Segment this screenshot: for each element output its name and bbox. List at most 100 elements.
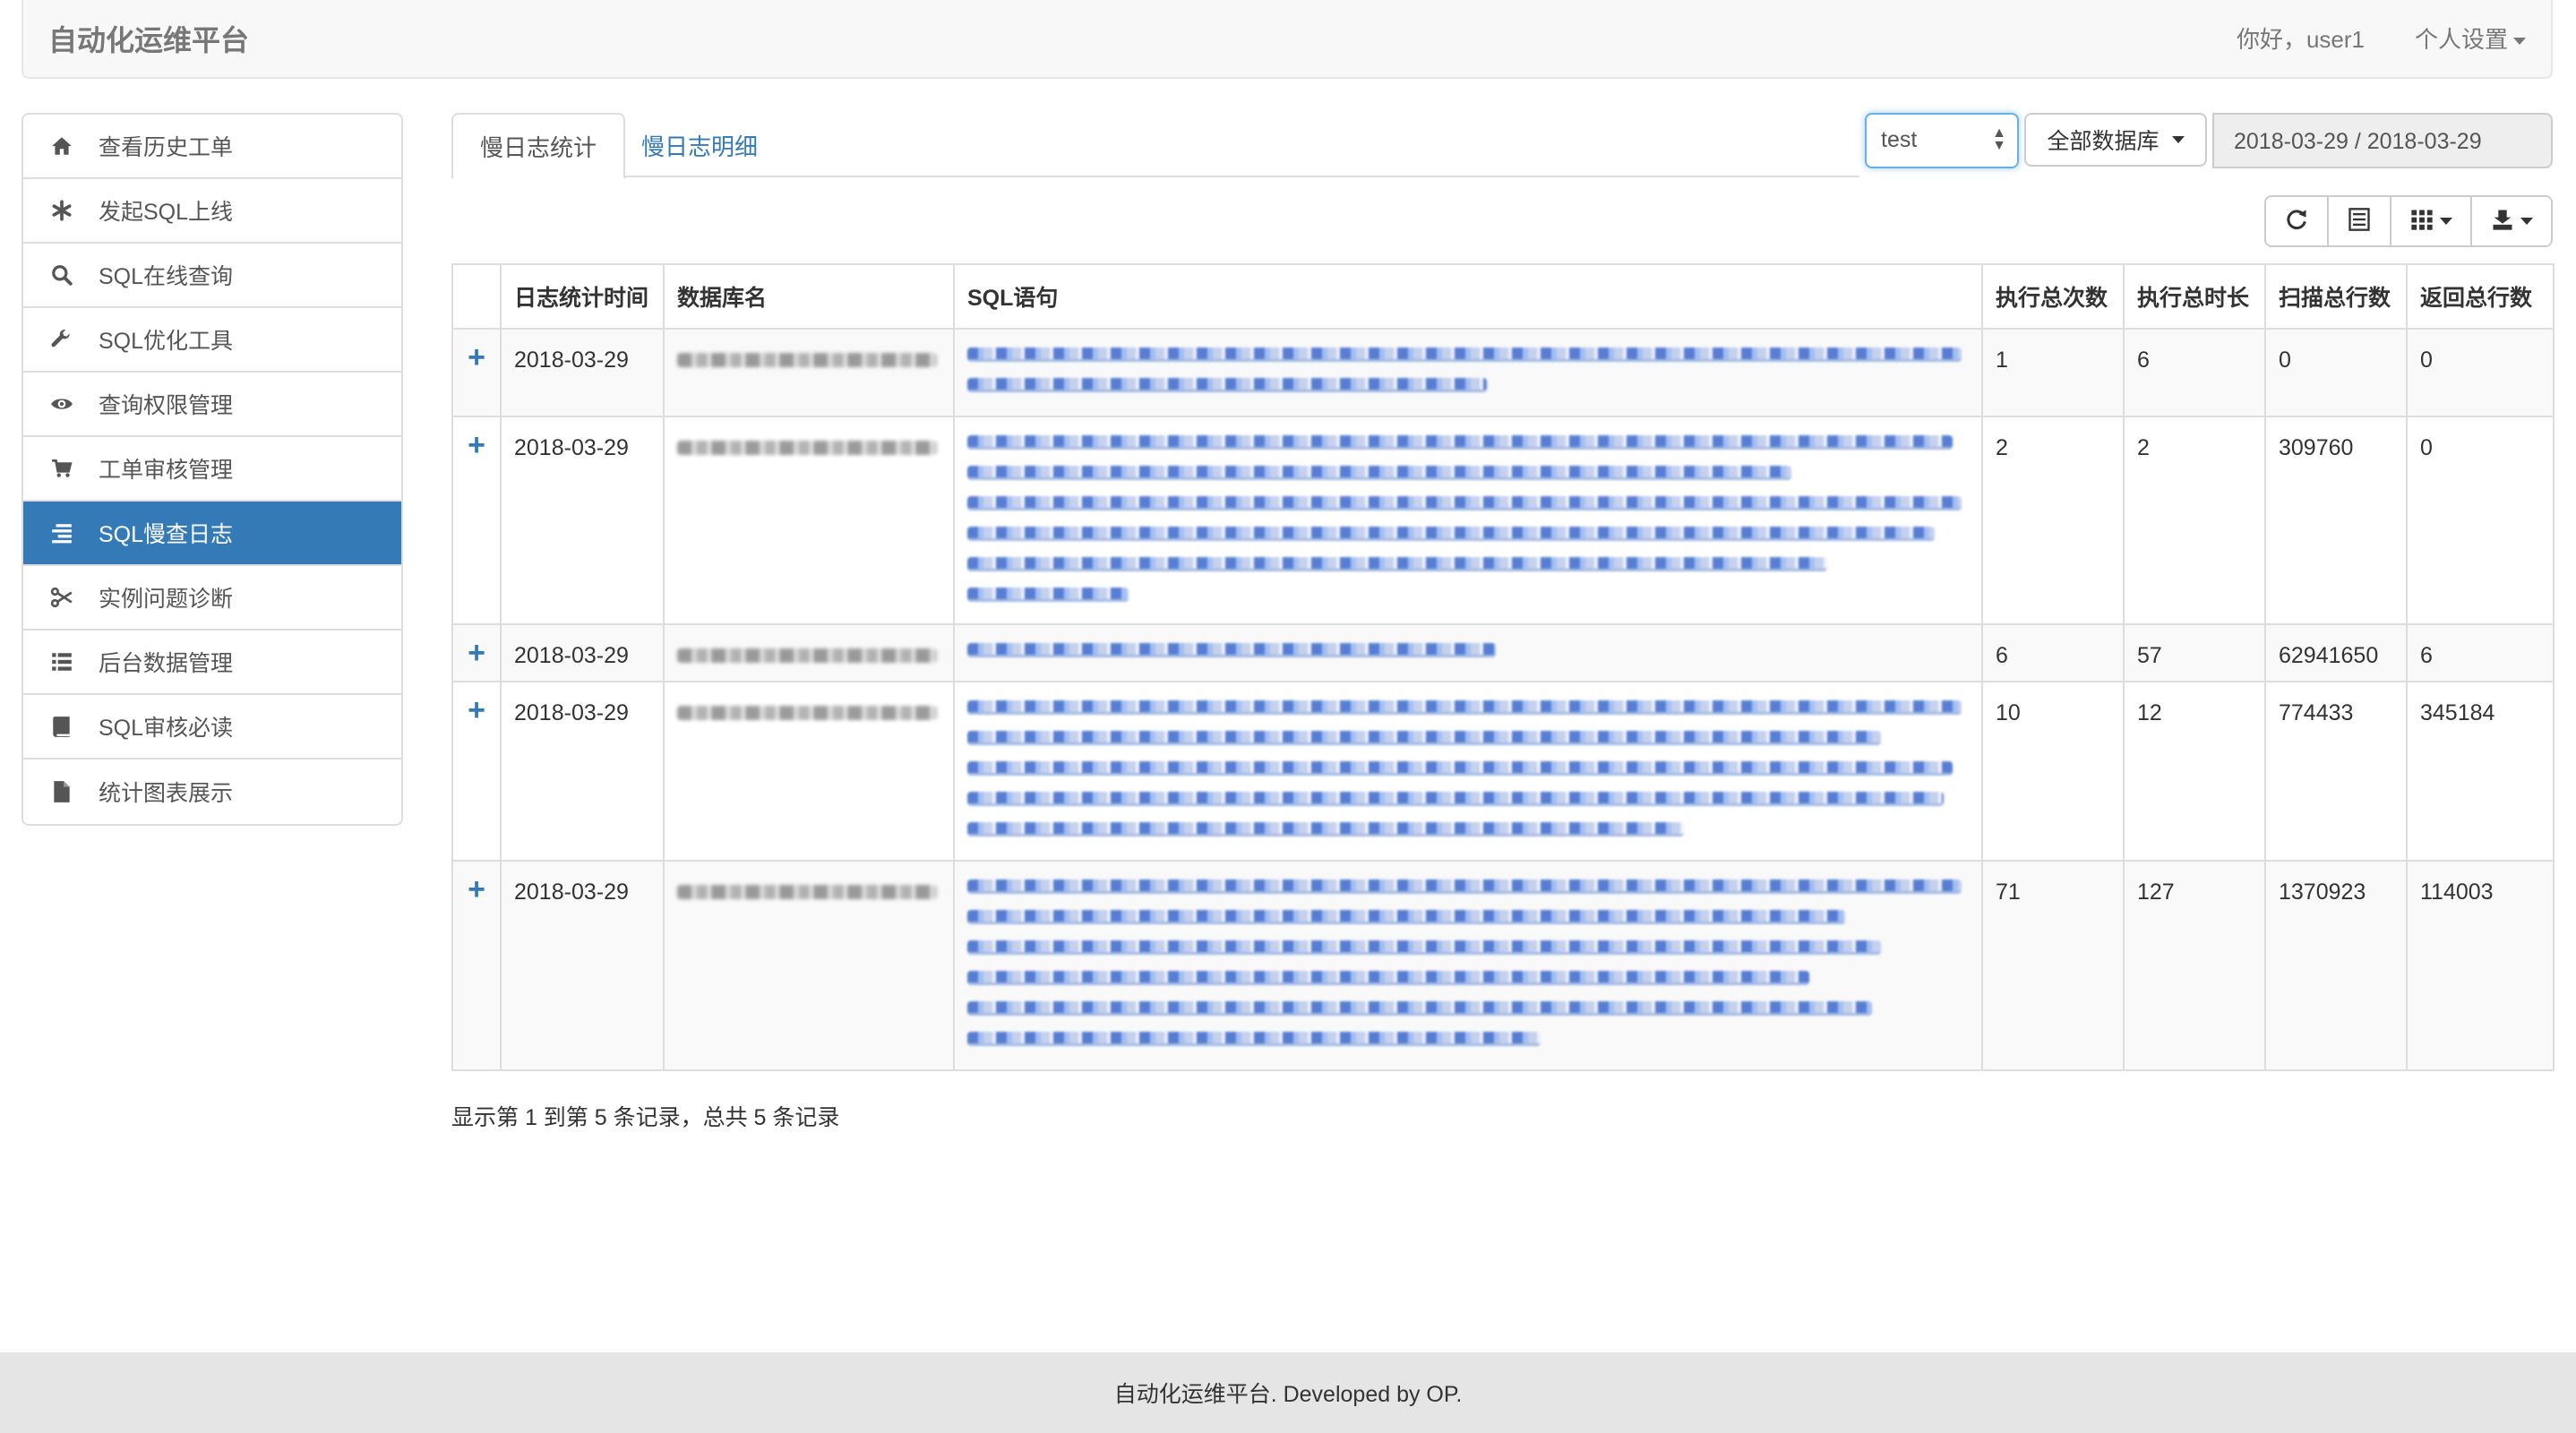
sidebar-item-charts[interactable]: 统计图表展示	[23, 759, 401, 824]
sidebar-item-audit-guide[interactable]: SQL审核必读	[23, 695, 401, 759]
cell-exec-duration: 127	[2123, 860, 2266, 1071]
columns-button[interactable]	[2390, 195, 2472, 247]
table-row: + 2018-03-29 1 6 0 0	[451, 328, 2555, 417]
cell-returned-rows: 6	[2406, 623, 2555, 682]
expand-row-button[interactable]: +	[451, 416, 502, 625]
toggle-view-button[interactable]	[2327, 195, 2391, 247]
page-footer: 自动化运维平台. Developed by OP.	[0, 1352, 2576, 1433]
header-exec-count[interactable]: 执行总次数	[1981, 263, 2125, 330]
header-exec-duration[interactable]: 执行总时长	[2123, 263, 2266, 330]
cell-exec-duration: 6	[2123, 328, 2266, 417]
sidebar-item-label: SQL在线查询	[99, 264, 234, 289]
cell-exec-count: 2	[1981, 416, 2125, 625]
header-returned-rows[interactable]: 返回总行数	[2406, 263, 2555, 330]
instance-select[interactable]: test ▲ ▼	[1865, 113, 2019, 168]
cell-exec-duration: 2	[2123, 416, 2266, 625]
book-icon	[48, 713, 75, 740]
tab-bar: 慢日志统计 慢日志明细	[451, 113, 1859, 179]
table-row: + 2018-03-29 71 127 1370923 114003	[451, 860, 2555, 1071]
cell-sql-redacted[interactable]	[953, 623, 1983, 682]
cell-exec-duration: 12	[2123, 681, 2266, 862]
home-icon	[48, 133, 75, 159]
cell-scanned-rows: 1370923	[2264, 860, 2408, 1071]
sidebar-item-workflow-audit[interactable]: 工单审核管理	[23, 437, 401, 502]
cell-scanned-rows: 309760	[2264, 416, 2408, 625]
cell-sql-redacted[interactable]	[953, 860, 1983, 1071]
cell-exec-count: 71	[1981, 860, 2125, 1071]
user-greeting: 你好，user1	[2236, 26, 2365, 53]
slow-log-table: 日志统计时间 数据库名 SQL语句 执行总次数 执行总时长 扫描总行数 返回总行…	[451, 263, 2555, 1071]
cell-returned-rows: 0	[2406, 328, 2555, 417]
cell-exec-count: 1	[1981, 328, 2125, 417]
header-db-name[interactable]: 数据库名	[663, 263, 955, 330]
instance-select-value: test	[1881, 127, 1918, 152]
database-dropdown[interactable]: 全部数据库	[2024, 113, 2207, 167]
header-scanned-rows[interactable]: 扫描总行数	[2264, 263, 2408, 330]
sidebar: 查看历史工单 发起SQL上线 SQL在线查询 SQL优化工具 查询权限管理 工单…	[21, 113, 403, 826]
plus-icon: +	[468, 340, 485, 374]
sidebar-item-admin-data[interactable]: 后台数据管理	[23, 631, 401, 695]
wrench-icon	[48, 326, 75, 353]
table-toolbar	[2264, 195, 2553, 247]
sidebar-item-label: 查看历史工单	[99, 135, 234, 160]
cart-icon	[48, 455, 75, 482]
sidebar-item-label: 统计图表展示	[99, 781, 234, 806]
cell-sql-redacted[interactable]	[953, 681, 1983, 862]
cell-returned-rows: 114003	[2406, 860, 2555, 1071]
tab-label: 慢日志统计	[480, 133, 597, 161]
cell-returned-rows: 0	[2406, 416, 2555, 625]
plus-icon: +	[468, 872, 485, 906]
sidebar-item-diagnosis[interactable]: 实例问题诊断	[23, 566, 401, 631]
sidebar-item-label: SQL优化工具	[99, 329, 234, 354]
grid-icon	[2409, 207, 2434, 236]
header-log-date[interactable]: 日志统计时间	[500, 263, 665, 330]
cell-sql-redacted[interactable]	[953, 328, 1983, 417]
sidebar-item-history[interactable]: 查看历史工单	[23, 115, 401, 179]
app-brand[interactable]: 自动化运维平台	[48, 18, 249, 59]
caret-down-icon	[2513, 38, 2526, 46]
table-row: + 2018-03-29 2 2 309760 0	[451, 416, 2555, 625]
refresh-icon	[2284, 207, 2309, 236]
export-button[interactable]	[2470, 195, 2553, 247]
date-range-input[interactable]: 2018-03-29 / 2018-03-29	[2212, 113, 2553, 168]
search-icon	[48, 262, 75, 288]
top-navbar: 自动化运维平台 你好，user1 个人设置	[21, 0, 2553, 79]
sidebar-item-query-permission[interactable]: 查询权限管理	[23, 373, 401, 437]
sidebar-item-label: SQL慢查日志	[99, 522, 234, 547]
list-icon	[48, 648, 75, 675]
sidebar-item-submit-sql[interactable]: 发起SQL上线	[23, 179, 401, 244]
export-icon	[2490, 207, 2515, 236]
cell-returned-rows: 345184	[2406, 681, 2555, 862]
tab-slow-log-stats[interactable]: 慢日志统计	[451, 113, 626, 179]
tab-slow-log-detail[interactable]: 慢日志明细	[614, 113, 785, 177]
list-alt-icon	[2347, 207, 2372, 236]
header-sql[interactable]: SQL语句	[953, 263, 1983, 330]
cell-sql-redacted[interactable]	[953, 416, 1983, 625]
cell-db-name-redacted	[663, 681, 955, 862]
caret-down-icon	[2520, 218, 2533, 225]
cell-exec-count: 6	[1981, 623, 2125, 682]
header-expand	[451, 263, 502, 330]
caret-down-icon	[2440, 218, 2452, 225]
cell-date: 2018-03-29	[500, 328, 665, 417]
table-row: + 2018-03-29 10 12 774433 345184	[451, 681, 2555, 862]
eye-icon	[48, 390, 75, 417]
expand-row-button[interactable]: +	[451, 860, 502, 1071]
expand-row-button[interactable]: +	[451, 328, 502, 417]
footer-text: 自动化运维平台. Developed by OP.	[1113, 1382, 1463, 1407]
tab-label: 慢日志明细	[641, 133, 759, 160]
expand-row-button[interactable]: +	[451, 623, 502, 682]
cell-date: 2018-03-29	[500, 416, 665, 625]
sidebar-item-sql-optimize[interactable]: SQL优化工具	[23, 308, 401, 373]
pagination-summary: 显示第 1 到第 5 条记录，总共 5 条记录	[451, 1105, 840, 1130]
settings-dropdown[interactable]: 个人设置	[2415, 21, 2526, 55]
sidebar-item-label: 查询权限管理	[99, 393, 234, 418]
cell-db-name-redacted	[663, 328, 955, 417]
cell-date: 2018-03-29	[500, 623, 665, 682]
sidebar-item-sql-query[interactable]: SQL在线查询	[23, 244, 401, 308]
caret-down-icon	[2171, 136, 2185, 143]
sidebar-item-slow-log[interactable]: SQL慢查日志	[23, 502, 401, 566]
expand-row-button[interactable]: +	[451, 681, 502, 862]
refresh-button[interactable]	[2264, 195, 2329, 247]
cell-date: 2018-03-29	[500, 860, 665, 1071]
